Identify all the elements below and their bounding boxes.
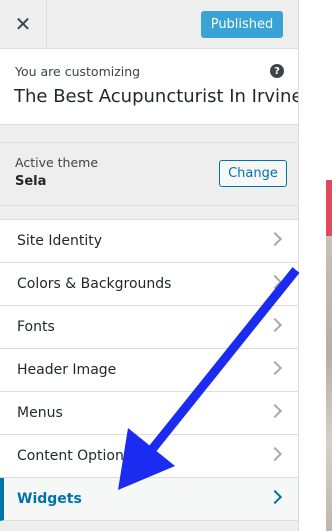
section-label: Colors & Backgrounds [17,276,172,292]
publish-button[interactable]: Published [201,11,283,38]
customizer-sections-list: Site Identity Colors & Backgrounds Fonts… [0,219,298,521]
section-fonts[interactable]: Fonts [0,306,298,349]
active-theme-section: Active theme Sela Change [0,142,298,206]
close-icon: ✕ [14,12,32,36]
question-circle-icon[interactable]: ? [270,64,284,78]
section-menus[interactable]: Menus [0,392,298,435]
section-label: Site Identity [17,233,102,249]
active-theme-name: Sela [15,174,47,189]
section-colors-backgrounds[interactable]: Colors & Backgrounds [0,263,298,306]
section-content-options[interactable]: Content Options [0,435,298,478]
chevron-right-icon [267,446,283,462]
chevron-right-icon [267,360,283,376]
section-label: Header Image [17,362,117,378]
change-theme-button[interactable]: Change [219,160,287,187]
section-widgets[interactable]: Widgets [0,478,298,521]
section-label: Fonts [17,319,55,335]
chevron-right-icon [267,403,283,419]
customizer-panel: ✕ Published You are customizing The Best… [0,0,299,531]
chevron-right-icon [267,317,283,333]
chevron-right-icon [267,489,283,505]
section-site-identity[interactable]: Site Identity [0,220,298,263]
customizer-header: ✕ Published [0,0,298,49]
section-header-image[interactable]: Header Image [0,349,298,392]
close-button[interactable]: ✕ [0,0,47,48]
chevron-right-icon [267,274,283,290]
section-label: Content Options [17,448,132,464]
section-label: Menus [17,405,63,421]
preview-accent-bar [326,180,332,236]
chevron-right-icon [267,231,283,247]
customizing-label: You are customizing [15,64,141,79]
section-label: Widgets [17,491,82,507]
site-title: The Best Acupuncturist In Irvine [14,86,299,107]
active-theme-label: Active theme [15,155,99,170]
preview-image [326,236,332,531]
customizing-info: You are customizing The Best Acupuncturi… [0,49,298,125]
